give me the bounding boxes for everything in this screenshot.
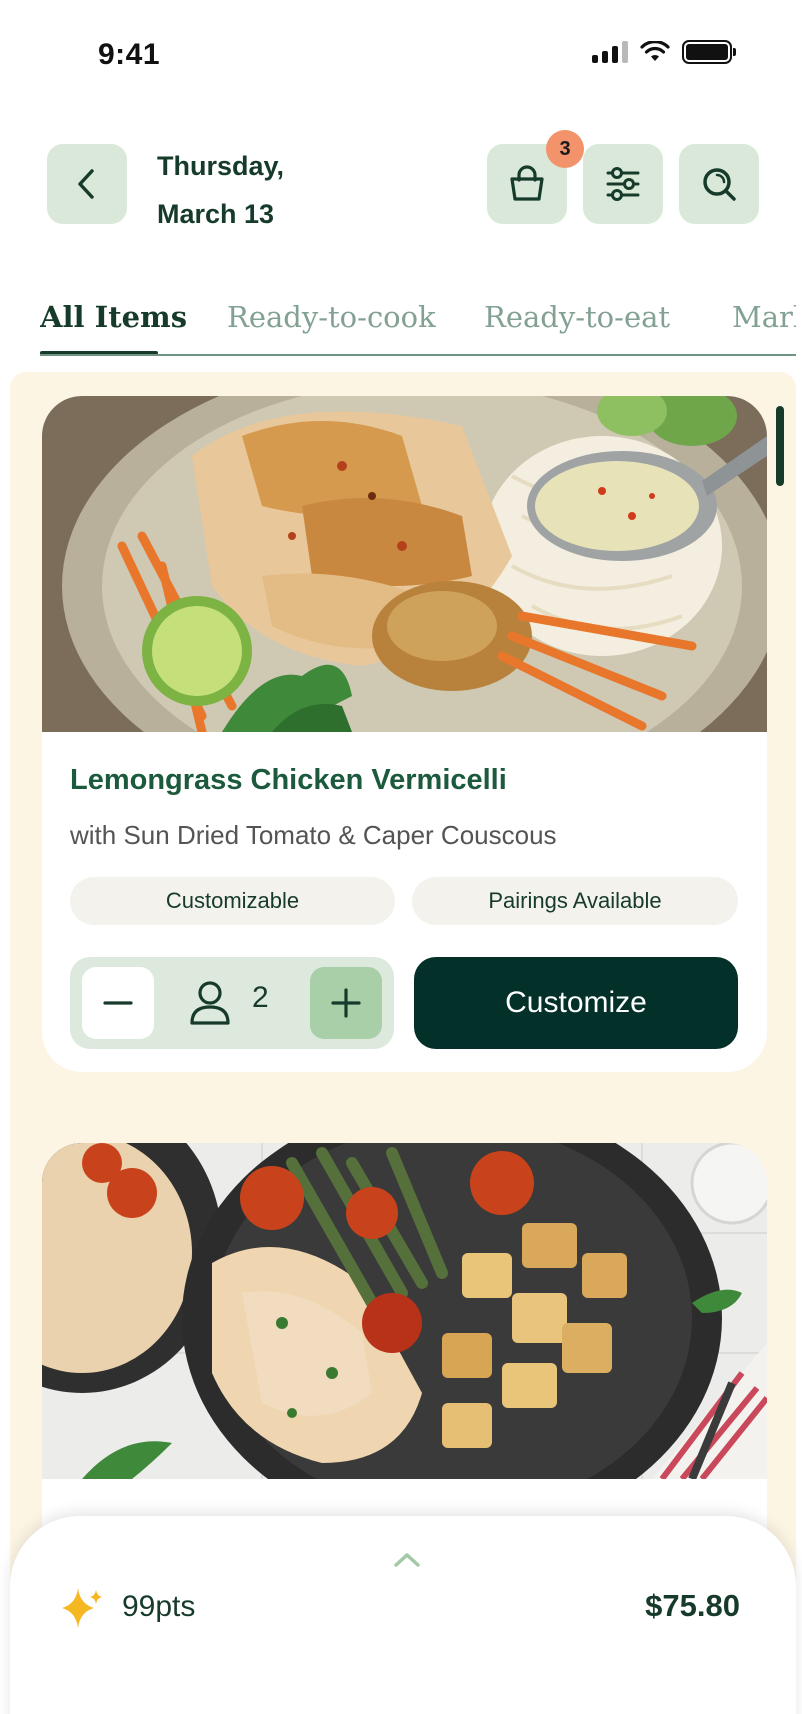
filter-icon (606, 167, 640, 201)
selected-date[interactable]: Thursday, March 13 (157, 142, 284, 238)
filter-button[interactable] (583, 144, 663, 224)
tab-all-items[interactable]: All Items (40, 300, 187, 334)
sparkle-icon (62, 1588, 102, 1628)
signal-icon (592, 41, 628, 63)
tab-ready-to-eat[interactable]: Ready-to-eat (484, 300, 670, 334)
meal-photo-chicken-potatoes (42, 1143, 767, 1479)
tab-ready-to-cook[interactable]: Ready-to-cook (227, 300, 436, 334)
basket-icon (510, 165, 544, 201)
scrollbar[interactable] (776, 406, 784, 486)
increase-servings-button[interactable] (310, 967, 382, 1039)
servings-count: 2 (252, 981, 269, 1014)
plus-icon (331, 988, 361, 1018)
search-button[interactable] (679, 144, 759, 224)
customize-button[interactable]: Customize (414, 957, 738, 1049)
status-icons (592, 40, 736, 64)
reward-points: 99pts (122, 1590, 196, 1623)
back-button[interactable] (47, 144, 127, 224)
order-summary-sheet[interactable]: 99pts $75.80 (10, 1516, 796, 1714)
meal-menu-screen: 9:41 Thursday, March 13 3 All Items Read… (0, 0, 802, 1714)
date-day: March 13 (157, 199, 275, 229)
person-icon (190, 981, 230, 1025)
cart-count-badge: 3 (546, 130, 584, 168)
back-icon (78, 169, 94, 199)
active-tab-indicator (40, 351, 158, 354)
meal-title: Lemongrass Chicken Vermicelli (70, 764, 507, 796)
category-tabs: All Items Ready-to-cook Ready-to-eat Mar… (40, 296, 796, 356)
status-time: 9:41 (98, 38, 161, 71)
decrease-servings-button[interactable] (82, 967, 154, 1039)
meal-card[interactable]: Lemongrass Chicken Vermicelli with Sun D… (42, 396, 767, 1072)
wifi-icon (640, 41, 670, 61)
tab-market[interactable]: Market (732, 300, 796, 334)
order-total: $75.80 (645, 1588, 740, 1623)
status-bar: 9:41 (0, 0, 802, 110)
search-icon (703, 168, 736, 201)
battery-icon (682, 40, 736, 64)
tag-customizable: Customizable (70, 877, 395, 925)
chevron-up-icon[interactable] (392, 1550, 422, 1568)
servings-stepper: 2 (70, 957, 394, 1049)
minus-icon (103, 1001, 133, 1005)
tag-pairings-available: Pairings Available (412, 877, 738, 925)
date-weekday: Thursday, (157, 151, 285, 181)
meal-subtitle: with Sun Dried Tomato & Caper Couscous (70, 820, 557, 850)
meal-photo-lemongrass-chicken (42, 396, 767, 732)
